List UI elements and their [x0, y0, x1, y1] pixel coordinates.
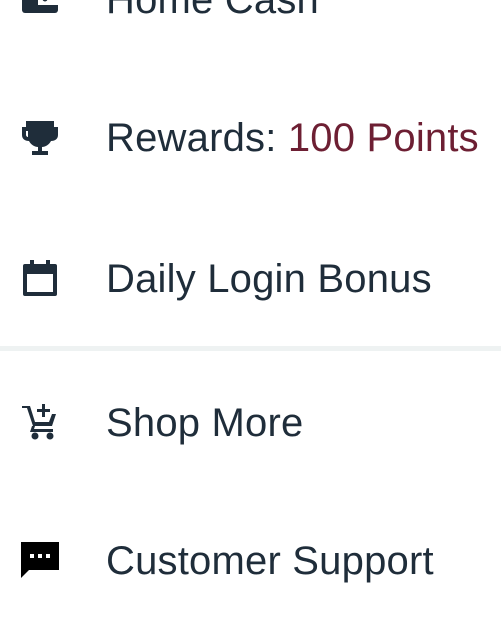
menu-item-customer-support[interactable]: Customer Support [0, 520, 501, 600]
menu-item-label: Customer Support [106, 539, 434, 583]
calendar-icon [19, 257, 61, 299]
section-divider [0, 346, 501, 351]
menu-item-label: Shop More [106, 401, 304, 445]
menu-item-home-cash[interactable]: Home Cash [0, 0, 501, 40]
menu-item-daily-login-bonus[interactable]: Daily Login Bonus [0, 238, 501, 318]
menu-item-shop-more[interactable]: Shop More [0, 382, 501, 462]
rewards-text: Rewards: [106, 116, 288, 160]
add-to-cart-icon [19, 401, 61, 443]
menu-item-label: Home Cash [106, 0, 319, 22]
menu-item-rewards[interactable]: Rewards: 100 Points [0, 97, 501, 177]
menu-item-label: Daily Login Bonus [106, 257, 432, 301]
chat-bubble-icon [19, 539, 61, 581]
rewards-label: Rewards: 100 Points [106, 118, 479, 158]
trophy-icon [19, 116, 61, 158]
wallet-icon [19, 0, 61, 20]
rewards-points: 100 Points [287, 116, 479, 160]
